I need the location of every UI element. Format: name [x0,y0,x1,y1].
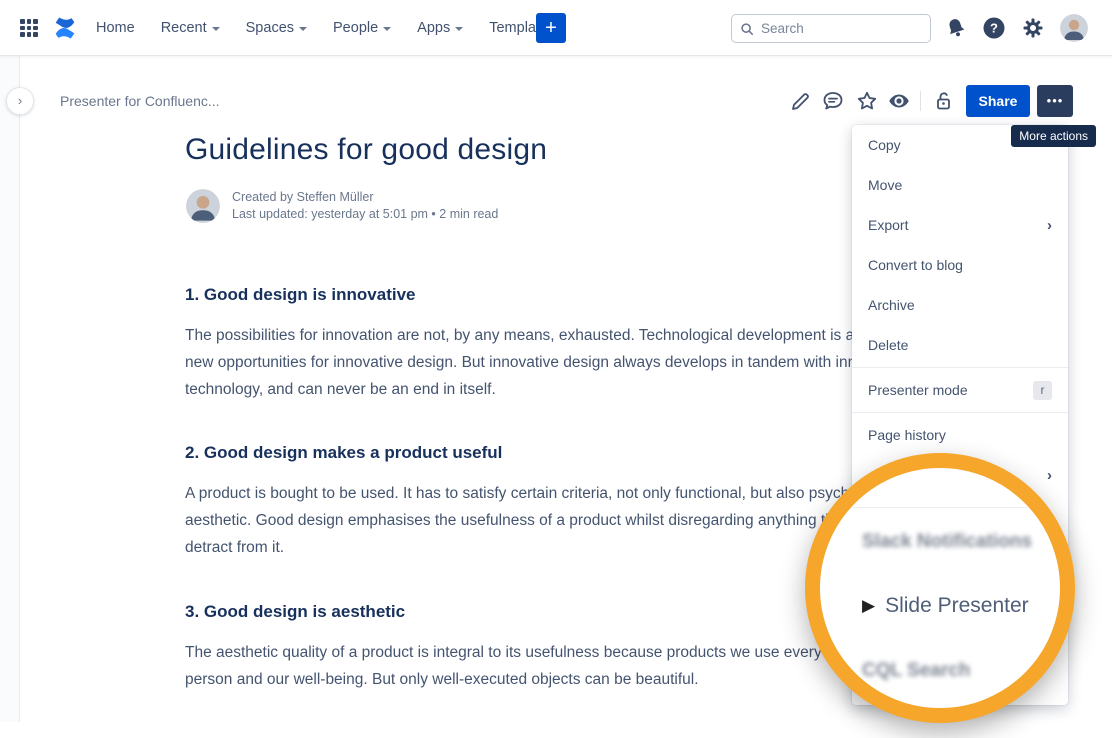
sidebar-expand-button[interactable]: › [6,87,34,115]
watch-eye-icon[interactable] [887,89,911,113]
app-switcher-icon[interactable] [20,19,38,37]
more-actions-tooltip: More actions [1011,125,1096,147]
nav-apps[interactable]: Apps [417,20,463,36]
menu-item-cql-search[interactable]: CQL Search [862,660,970,682]
author-avatar[interactable] [186,189,220,223]
comment-icon[interactable] [821,89,845,113]
chevron-down-icon [299,27,307,31]
section-heading: 2. Good design makes a product useful [185,443,955,463]
menu-separator [820,507,1060,508]
confluence-logo-icon[interactable] [51,14,79,42]
restrictions-unlock-icon[interactable] [931,89,955,113]
share-button[interactable]: Share [966,85,1030,117]
divider [920,91,921,111]
top-navigation-bar: Home Recent Spaces People Apps Templates… [0,0,1112,56]
user-avatar[interactable] [1060,14,1088,42]
primary-nav: Home Recent Spaces People Apps Templates [96,0,555,56]
nav-spaces[interactable]: Spaces [246,20,307,36]
byline: Created by Steffen Müller Last updated: … [186,189,498,223]
section-innovative: 1. Good design is innovative The possibi… [185,285,955,403]
menu-item-archive[interactable]: Archive [852,285,1068,325]
menu-item-slack-notifications[interactable]: Slack Notifications [862,531,1032,553]
more-actions-button[interactable]: ••• [1037,85,1073,117]
menu-item-presenter-mode[interactable]: Presenter moder [852,370,1068,410]
menu-item-convert-to-blog[interactable]: Convert to blog [852,245,1068,285]
settings-gear-icon[interactable] [1021,16,1045,40]
create-button[interactable]: + [536,13,566,43]
menu-item-slide-presenter[interactable]: ▶ Slide Presenter [862,594,1029,618]
play-icon: ▶ [862,596,875,616]
edit-pencil-icon[interactable] [789,89,813,113]
notifications-bell-icon[interactable] [944,16,968,40]
nav-home[interactable]: Home [96,20,135,36]
section-heading: 1. Good design is innovative [185,285,955,305]
menu-item-delete[interactable]: Delete [852,325,1068,365]
nav-recent[interactable]: Recent [161,20,220,36]
chevron-right-icon: › [1047,468,1052,483]
chevron-down-icon [455,27,463,31]
chevron-down-icon [383,27,391,31]
search-input[interactable] [761,21,911,36]
menu-separator [852,412,1068,413]
page-title: Guidelines for good design [185,133,547,167]
favorite-star-icon[interactable] [855,89,879,113]
search-icon [740,22,754,36]
breadcrumb[interactable]: Presenter for Confluenc... [60,93,220,109]
menu-item-export[interactable]: Export› [852,205,1068,245]
menu-item-page-history[interactable]: Page history [852,415,1068,455]
chevron-right-icon: › [1047,218,1052,233]
collapsed-sidebar [0,56,20,722]
svg-text:?: ? [990,21,998,36]
byline-created: Created by Steffen Müller [232,189,498,206]
nav-people[interactable]: People [333,20,391,36]
help-icon[interactable]: ? [982,16,1006,40]
global-search[interactable] [731,14,931,43]
menu-separator [852,367,1068,368]
menu-item-move[interactable]: Move [852,165,1068,205]
section-body: The possibilities for innovation are not… [185,322,955,403]
magnifier-highlight-circle: Slack Notifications ▶ Slide Presenter CQ… [805,453,1075,723]
shortcut-key-badge: r [1033,381,1052,400]
chevron-down-icon [212,27,220,31]
byline-updated: Last updated: yesterday at 5:01 pm • 2 m… [232,206,498,223]
